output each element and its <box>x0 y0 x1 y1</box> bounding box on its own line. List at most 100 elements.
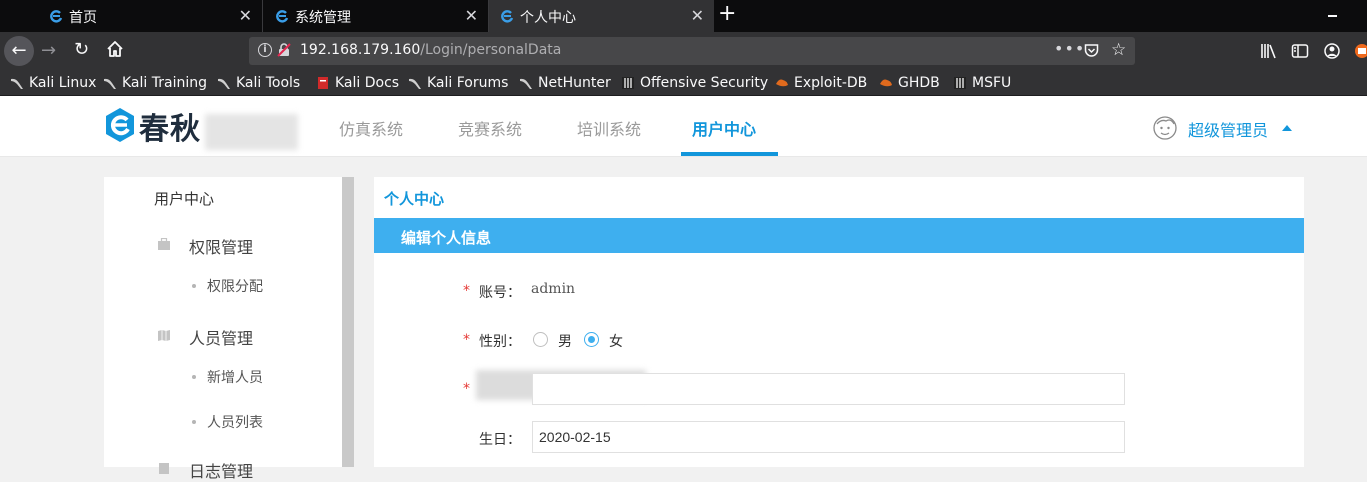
sidebar-item-personnel-list[interactable]: 人员列表 <box>207 412 263 432</box>
sidebar-group-personnel[interactable]: 人员管理 <box>189 325 253 349</box>
kali-dragon-icon <box>103 76 117 90</box>
bookmark-item[interactable]: GHDB <box>879 73 940 93</box>
logo-text[interactable]: 春秋 <box>139 104 201 148</box>
bookmark-star-icon[interactable]: ☆ <box>1111 40 1126 60</box>
required-mark: * <box>463 381 470 397</box>
tab-close-icon[interactable]: ✕ <box>465 6 478 25</box>
gender-option-male[interactable]: 男 <box>558 331 572 351</box>
account-label: 账号： <box>479 285 521 301</box>
new-tab-button[interactable]: + <box>718 3 736 25</box>
gender-radio-male[interactable] <box>533 332 548 347</box>
reload-icon[interactable]: ↻ <box>74 39 89 60</box>
gender-radio-female[interactable] <box>584 332 599 347</box>
bullet-dot <box>192 420 196 424</box>
offsec-icon <box>621 76 635 90</box>
insecure-lock-icon[interactable] <box>277 43 291 57</box>
tab-title: 首页 <box>69 10 97 26</box>
bookmark-label: Kali Forums <box>427 75 509 91</box>
tab-title: 系统管理 <box>295 10 351 26</box>
pocket-icon[interactable] <box>1084 43 1099 58</box>
nav-competition[interactable]: 竞赛系统 <box>458 116 522 140</box>
nav-user-center[interactable]: 用户中心 <box>692 116 756 140</box>
sidebar-title: 用户中心 <box>154 190 215 208</box>
library-icon[interactable] <box>1260 42 1278 60</box>
window-minimize-icon[interactable] <box>1328 15 1337 17</box>
map-icon <box>158 330 170 341</box>
bookmark-item[interactable]: Exploit-DB <box>775 73 867 93</box>
kali-dragon-icon <box>10 76 24 90</box>
sidebar-item-add-personnel[interactable]: 新增人员 <box>207 367 263 387</box>
sidebar-item-permission-assign[interactable]: 权限分配 <box>207 276 263 296</box>
bullet-dot <box>192 284 196 288</box>
bookmark-label: Exploit-DB <box>794 75 868 91</box>
bookmark-label: NetHunter <box>538 75 611 91</box>
tab-close-icon[interactable]: ✕ <box>239 6 252 25</box>
bookmark-item[interactable]: Kali Tools <box>217 73 300 93</box>
browser-tab-home[interactable]: 首页 ✕ <box>38 0 263 32</box>
sidebar-toggle-icon[interactable] <box>1291 42 1309 60</box>
site-favicon-icon <box>50 10 63 23</box>
exploitdb-icon <box>879 76 893 90</box>
url-host: 192.168.179.160 <box>300 42 421 58</box>
account-value: admin <box>531 281 576 297</box>
account-icon[interactable] <box>1323 42 1341 60</box>
bookmark-item[interactable]: NetHunter <box>519 73 611 93</box>
section-title: 编辑个人信息 <box>401 229 492 247</box>
required-mark: * <box>463 283 470 299</box>
bookmark-item[interactable]: Kali Training <box>103 73 207 93</box>
kali-dragon-icon <box>217 76 231 90</box>
user-avatar-icon[interactable] <box>1152 115 1178 141</box>
bookmark-label: Offensive Security <box>640 75 769 91</box>
bookmark-item[interactable]: MSFU <box>953 73 1011 93</box>
browser-tab-system[interactable]: 系统管理 ✕ <box>264 0 489 32</box>
site-favicon-icon <box>276 10 289 23</box>
bookmark-item[interactable]: Offensive Security <box>621 73 768 93</box>
kali-dragon-icon <box>408 76 422 90</box>
browser-tab-personal[interactable]: 个人中心 ✕ <box>489 0 714 32</box>
site-favicon-icon <box>501 10 514 23</box>
tab-close-icon[interactable]: ✕ <box>691 6 704 25</box>
bookmark-item[interactable]: Kali Linux <box>10 73 96 93</box>
redacted-input[interactable] <box>532 373 1125 405</box>
content-title: 个人中心 <box>384 190 445 208</box>
extension-icon[interactable] <box>1353 42 1367 60</box>
gender-label: 性别： <box>479 334 521 350</box>
nav-simulation[interactable]: 仿真系统 <box>339 116 403 140</box>
logo-icon[interactable] <box>103 106 137 144</box>
kali-docs-icon <box>316 76 330 90</box>
birthday-label: 生日： <box>479 432 521 448</box>
page-actions-icon[interactable]: ••• <box>1054 39 1085 58</box>
sidebar-scrollbar[interactable] <box>342 177 354 467</box>
offsec-icon <box>953 76 967 90</box>
caret-up-icon[interactable] <box>1282 125 1292 131</box>
site-info-icon[interactable]: i <box>258 43 272 57</box>
section-header-bar <box>374 218 1304 253</box>
nav-training[interactable]: 培训系统 <box>577 116 641 140</box>
address-bar[interactable]: i 192.168.179.160/Login/personalData •••… <box>249 37 1135 65</box>
briefcase-icon <box>158 238 170 250</box>
url-path: /Login/personalData <box>420 42 562 58</box>
tab-title: 个人中心 <box>520 10 576 26</box>
home-icon[interactable] <box>106 40 124 58</box>
bookmark-item[interactable]: Kali Docs <box>316 73 399 93</box>
sidebar-group-logs[interactable]: 日志管理 <box>189 458 253 482</box>
nav-active-indicator <box>681 152 778 156</box>
bookmark-label: Kali Tools <box>236 75 301 91</box>
redacted-block <box>205 114 298 150</box>
user-menu-name[interactable]: 超级管理员 <box>1188 117 1268 141</box>
bullet-dot <box>192 375 196 379</box>
forward-arrow-icon[interactable]: → <box>41 40 56 61</box>
required-mark: * <box>463 332 470 348</box>
bookmark-label: GHDB <box>898 75 940 91</box>
bookmark-label: Kali Docs <box>335 75 400 91</box>
sidebar-group-permissions[interactable]: 权限管理 <box>189 234 253 258</box>
bookmark-label: MSFU <box>972 75 1012 91</box>
bookmark-label: Kali Linux <box>29 75 97 91</box>
back-arrow-icon[interactable]: ← <box>4 36 34 66</box>
bookmark-item[interactable]: Kali Forums <box>408 73 508 93</box>
log-icon <box>159 463 169 474</box>
gender-option-female[interactable]: 女 <box>609 331 623 351</box>
birthday-input[interactable] <box>532 421 1125 453</box>
url-text[interactable]: 192.168.179.160/Login/personalData <box>300 42 561 58</box>
kali-dragon-icon <box>519 76 533 90</box>
